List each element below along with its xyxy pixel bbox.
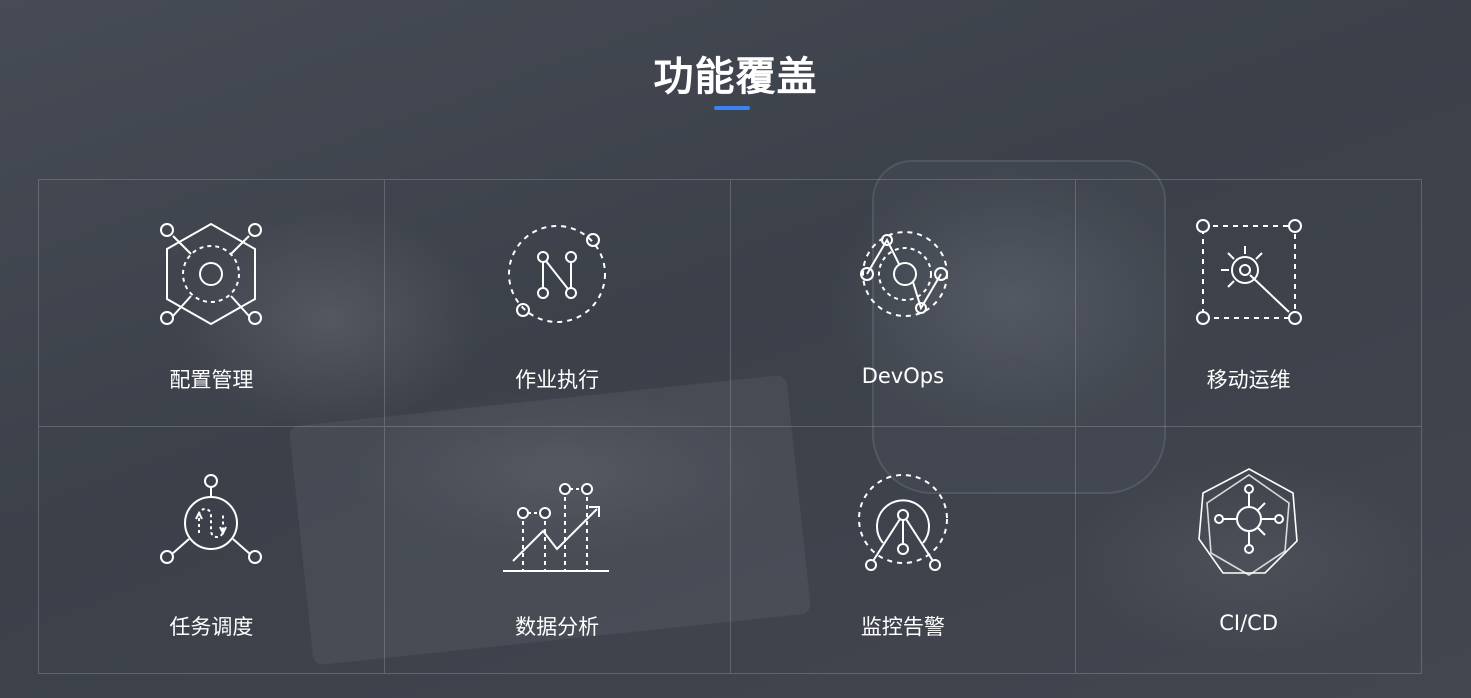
- job-flow-icon: [497, 216, 617, 336]
- feature-card-monitor-alert[interactable]: 监控告警: [730, 427, 1077, 674]
- feature-label: 任务调度: [169, 615, 254, 639]
- feature-label: 监控告警: [860, 615, 945, 639]
- feature-label: 移动运维: [1206, 368, 1291, 392]
- feature-grid: 配置管理 作业执行 DevOps 移动运维 任务调度 数据分析 监控告警 CI/…: [38, 179, 1422, 674]
- feature-card-devops[interactable]: DevOps: [730, 180, 1077, 427]
- feature-card-config-management[interactable]: 配置管理: [39, 180, 385, 427]
- feature-card-mobile-ops[interactable]: 移动运维: [1076, 180, 1422, 427]
- ci-cd-icon: [1189, 463, 1309, 583]
- title-underline: [714, 106, 750, 110]
- feature-coverage-section: 功能覆盖 配置管理 作业执行 DevOps 移动运维 任务调度 数据分析 监控告…: [0, 0, 1471, 698]
- devops-cycle-icon: [843, 216, 963, 336]
- hexagon-network-icon: [151, 216, 271, 336]
- feature-card-data-analysis[interactable]: 数据分析: [384, 427, 731, 674]
- data-analysis-icon: [497, 463, 617, 583]
- feature-card-task-scheduling[interactable]: 任务调度: [39, 427, 385, 674]
- monitor-alert-icon: [843, 463, 963, 583]
- feature-card-job-execution[interactable]: 作业执行: [384, 180, 731, 427]
- feature-label: 配置管理: [169, 368, 254, 392]
- feature-label: 数据分析: [515, 615, 600, 639]
- feature-label: 作业执行: [515, 368, 600, 392]
- section-title: 功能覆盖: [653, 54, 818, 100]
- feature-card-ci-cd[interactable]: CI/CD: [1076, 427, 1422, 674]
- task-schedule-icon: [151, 463, 271, 583]
- mobile-ops-icon: [1189, 216, 1309, 336]
- feature-label: CI/CD: [1219, 611, 1278, 635]
- feature-label: DevOps: [861, 364, 945, 388]
